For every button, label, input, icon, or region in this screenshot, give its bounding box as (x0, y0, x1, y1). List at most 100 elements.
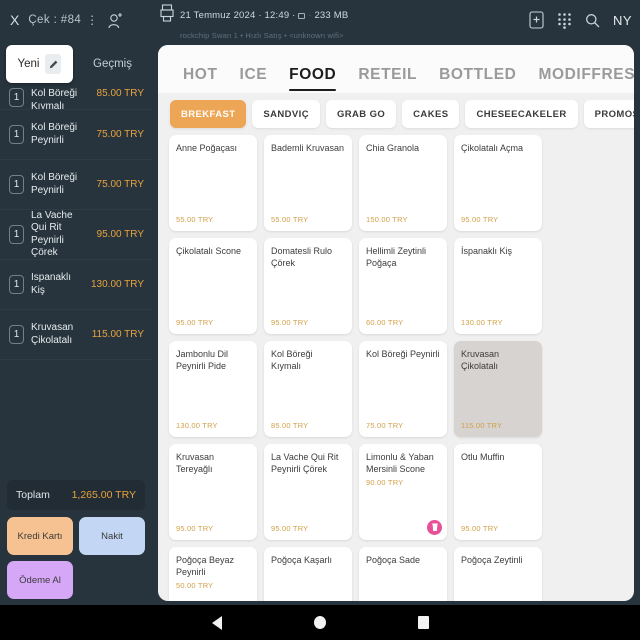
product-price: 130.00 TRY (176, 421, 218, 430)
category-tab-ice[interactable]: ICE (229, 66, 279, 93)
pay-cash-button[interactable]: Nakit (79, 517, 145, 555)
product-card[interactable]: Poğoça Kaşarlı50.00 TRY (264, 547, 352, 601)
product-name: Anne Poğaçası (176, 143, 238, 153)
cart-item-quantity: 1 (9, 275, 24, 294)
memory-label: 233 MB (314, 10, 349, 21)
top-bar-left: X Çek : #84 ⋮ (0, 11, 124, 30)
product-card[interactable]: Anne Poğaçası 55.00 TRY (169, 135, 257, 231)
cart-item-row[interactable]: 1 Ispanaklı Kiş 130.00 TRY (0, 260, 152, 310)
product-card[interactable]: Poğoça Zeytinli55.00 TRY (454, 547, 542, 601)
cart-item-name: Kol Böreği Peynirli (31, 172, 78, 196)
pay-credit-card-button[interactable]: Kredi Kartı (7, 517, 73, 555)
product-name: Bademli Kruvasan (271, 143, 345, 153)
product-card[interactable]: İspanaklı Kiş 130.00 TRY (454, 238, 542, 334)
product-card[interactable]: Kol Böreği Kıymalı 85.00 TRY (264, 341, 352, 437)
cart-item-price: 95.00 TRY (96, 229, 144, 240)
add-device-icon[interactable] (529, 11, 544, 29)
product-price: 95.00 TRY (176, 318, 214, 327)
product-card[interactable]: Kol Böreği Peynirli 75.00 TRY (359, 341, 447, 437)
product-price: 95.00 TRY (461, 524, 499, 533)
cart-item-list[interactable]: 1 Kol Böreği Kıymalı 85.00 TRY 1 Kol Böreği … (0, 88, 152, 509)
take-payment-button[interactable]: Ödeme Al (7, 561, 73, 599)
home-circle-icon[interactable] (313, 616, 326, 629)
category-tab-modiffres[interactable]: MODIFFRES (527, 66, 634, 93)
product-price: 95.00 TRY (176, 524, 214, 533)
product-name: La Vache Qui Rit Peynirli Çörek (271, 452, 339, 474)
android-nav-bar (0, 605, 640, 640)
product-name: Kol Böreği Kıymalı (271, 349, 313, 371)
pencil-icon[interactable] (45, 54, 62, 74)
subcategory-chip-bar: BREKFAST SANDVIÇ GRAB GO CAKES CHESEECAKELER… (158, 93, 634, 135)
product-price: 60.00 TRY (366, 318, 404, 327)
tab-gecmis-label: Geçmiş (93, 58, 132, 70)
product-card[interactable]: Chia Granola 150.00 TRY (359, 135, 447, 231)
product-price: 75.00 TRY (366, 421, 404, 430)
check-number-label[interactable]: Çek : #84 (28, 14, 81, 26)
product-card[interactable]: Çikolatalı Scone 95.00 TRY (169, 238, 257, 334)
product-grid: Anne Poğaçası 55.00 TRY Bademli Kruvasan 55… (158, 135, 634, 601)
product-card[interactable]: Kruvasan Çikolatalı 115.00 TRY (454, 341, 542, 437)
keypad-icon[interactable] (557, 12, 572, 29)
top-bar-right: NY (529, 0, 632, 40)
cart-item-row[interactable]: 1 Kol Böreği Peynirli 75.00 TRY (0, 110, 152, 160)
cart-item-price: 85.00 TRY (96, 88, 144, 99)
product-card[interactable]: La Vache Qui Rit Peynirli Çörek 95.00 TRY (264, 444, 352, 540)
recents-square-icon[interactable] (417, 616, 429, 629)
device-info-label: rockchip Swan 1 • Hızlı Satış • <unknown… (180, 31, 344, 40)
product-card[interactable]: Jambonlu Dil Peynirli Pide 130.00 TRY (169, 341, 257, 437)
search-icon[interactable] (585, 13, 600, 28)
memory-icon (298, 13, 306, 19)
cart-item-row[interactable]: 1 Kruvasan Çikolatalı 115.00 TRY (0, 310, 152, 360)
product-name: Poğoça Beyaz Peynirli 50.00 TRY (176, 555, 250, 591)
cart-item-row[interactable]: 1 Kol Böreği Kıymalı 85.00 TRY (0, 88, 152, 110)
tab-yeni[interactable]: Yeni (6, 45, 73, 83)
pos-app-screen: X Çek : #84 ⋮ 21 Temmuz 2024 · 12:49 · ·… (0, 0, 640, 640)
cart-item-row[interactable]: 1 La Vache Qui Rit Peynirli Çörek 95.00 TR… (0, 210, 152, 260)
printer-icon[interactable] (160, 4, 174, 22)
product-card[interactable]: Poğoça Sade45.00 TRY (359, 547, 447, 601)
product-card[interactable]: Poğoça Beyaz Peynirli 50.00 TRY (169, 547, 257, 601)
product-card[interactable]: Hellimli Zeytinli Poğaça 60.00 TRY (359, 238, 447, 334)
cart-tabs: Yeni Geçmiş (0, 40, 152, 88)
cart-item-price: 115.00 TRY (91, 329, 144, 340)
product-card[interactable]: Bademli Kruvasan 55.00 TRY (264, 135, 352, 231)
tab-gecmis[interactable]: Geçmiş (79, 45, 146, 83)
product-name: Poğoça Zeytinli (461, 555, 523, 565)
subcategory-chip-cakes[interactable]: CAKES (402, 100, 460, 128)
add-user-icon[interactable] (107, 11, 124, 30)
product-card[interactable]: Çikolatalı Açma 95.00 TRY (454, 135, 542, 231)
category-tab-food[interactable]: FOOD (278, 66, 347, 93)
cart-sidebar: Yeni Geçmiş 1 Kol Böreği Kıymalı 85.00 TRY… (0, 40, 152, 605)
overflow-menu-icon[interactable]: ⋮ (86, 13, 98, 27)
back-triangle-icon[interactable] (211, 615, 222, 630)
product-name: Chia Granola (366, 143, 420, 153)
subcategory-chip-sandviç[interactable]: SANDVIÇ (252, 100, 320, 128)
cart-footer: Toplam 1,265.00 TRY Kredi Kartı Nakit Öd… (0, 480, 152, 605)
cart-item-quantity: 1 (9, 225, 24, 244)
category-tab-hot[interactable]: HOT (172, 66, 229, 93)
user-initials-label[interactable]: NY (613, 13, 632, 28)
cart-item-quantity: 1 (9, 175, 24, 194)
product-card[interactable]: Otlu Muffin 95.00 TRY (454, 444, 542, 540)
product-price: 55.00 TRY (176, 215, 214, 224)
product-name: Poğoça Kaşarlı (271, 555, 333, 565)
subcategory-chip-brekfast[interactable]: BREKFAST (170, 100, 247, 128)
subcategory-chip-promosyon[interactable]: PROMOSYON (583, 100, 634, 128)
product-modifier-badge-icon[interactable] (427, 520, 442, 535)
category-tab-bar: HOT ICE FOOD RETEIL BOTTLED MODIFFRES (158, 45, 634, 93)
category-tab-reteil[interactable]: RETEIL (347, 66, 428, 93)
cart-item-row[interactable]: 1 Kol Böreği Peynirli 75.00 TRY (0, 160, 152, 210)
product-card[interactable]: Domatesli Rulo Çörek 95.00 TRY (264, 238, 352, 334)
product-price: 85.00 TRY (271, 421, 309, 430)
product-card[interactable]: Kruvasan Tereyağlı 95.00 TRY (169, 444, 257, 540)
datetime-memory-label: 21 Temmuz 2024 · 12:49 · · 233 MB (180, 10, 349, 21)
category-tab-bottled[interactable]: BOTTLED (428, 66, 527, 93)
cart-item-quantity: 1 (9, 125, 24, 144)
cart-item-name: La Vache Qui Rit Peynirli Çörek (31, 209, 73, 259)
product-card[interactable]: Limonlu & Yaban Mersinli Scone 90.00 TRY (359, 444, 447, 540)
product-name: Domatesli Rulo Çörek (271, 246, 333, 268)
subcategory-chip-cheseecakeler[interactable]: CHESEECAKELER (465, 100, 578, 128)
close-icon[interactable]: X (10, 13, 19, 27)
subcategory-chip-grab-go[interactable]: GRAB GO (325, 100, 397, 128)
total-label: Toplam (16, 489, 50, 501)
